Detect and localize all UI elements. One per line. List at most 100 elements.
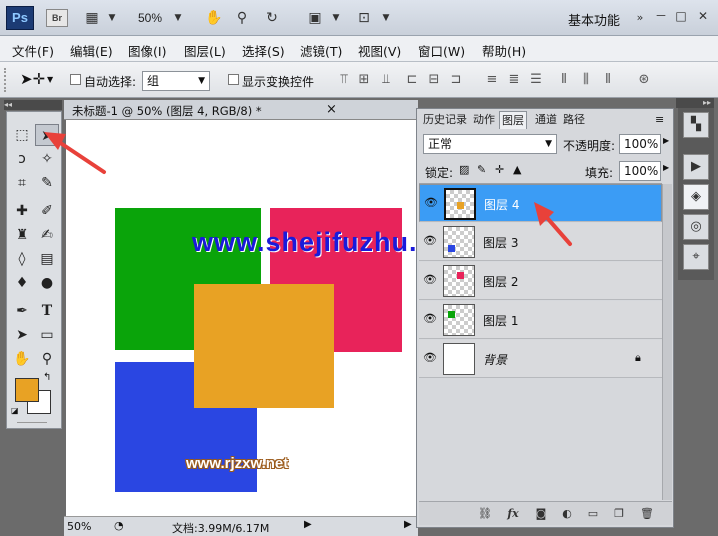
dock-collapse-bar[interactable]: ▸▸ [676,98,714,108]
auto-select-checkbox[interactable] [70,74,81,85]
layer-name[interactable]: 图层 2 [483,273,518,290]
workspace-more-icon[interactable]: » [630,8,650,28]
crop-tool-icon[interactable]: ⌗ [10,172,34,194]
distribute-vcenter-icon[interactable]: ≣ [506,72,522,88]
screen-mode-icon[interactable]: ⊡ [354,8,374,28]
visibility-eye-icon[interactable]: 👁 [423,195,439,211]
history-brush-tool-icon[interactable]: ✍ [35,224,59,246]
show-transform-checkbox[interactable] [228,74,239,85]
menu-layer[interactable]: 图层(L) [184,41,226,60]
dodge-tool-icon[interactable]: ● [35,272,59,294]
visibility-eye-icon[interactable]: 👁 [422,350,438,366]
close-document-icon[interactable]: × [326,102,337,117]
layers-scrollbar[interactable] [662,184,672,500]
trash-icon[interactable]: 🗑︎ [639,506,655,522]
panel-menu-icon[interactable]: ≡ [655,113,664,126]
color-panel-icon[interactable]: ▚ [683,112,709,138]
new-layer-icon[interactable]: ❐ [611,506,627,522]
align-vcenter-icon[interactable]: ⊞ [356,72,372,88]
blend-mode-select[interactable]: 正常 ▼ [423,134,557,154]
screen-mode-dropdown-icon[interactable]: ▼ [376,8,396,28]
gradient-tool-icon[interactable]: ▤ [35,248,59,270]
link-layers-icon[interactable]: ⛓ [477,506,493,522]
zoom-dropdown-icon[interactable]: ▼ [168,8,188,28]
fill-slider-icon[interactable]: ▶ [663,163,669,172]
layer-row-3[interactable]: 👁 图层 3 [419,223,662,261]
masks-panel-icon[interactable]: ◎ [683,214,709,240]
layer-row-2[interactable]: 👁 图层 2 [419,262,662,300]
rectangle-tool-icon[interactable]: ▭ [35,324,59,346]
layer-row-background[interactable]: 👁 背景 🔒︎ [419,340,662,378]
adjustments-panel-icon[interactable]: ▶ [683,154,709,180]
lock-pixels-icon[interactable]: ✎ [477,163,486,176]
path-selection-tool-icon[interactable]: ➤ [10,324,34,346]
layer-style-icon[interactable]: fx [505,506,521,522]
transform-panel-icon[interactable]: ⌖ [683,244,709,270]
marquee-tool-icon[interactable]: ⬚ [10,124,34,146]
rotate-view-icon[interactable]: ↻ [262,8,282,28]
tab-paths[interactable]: 路径 [561,111,587,129]
arrange-documents-icon[interactable]: ▣ [305,8,325,28]
layer-name[interactable]: 图层 4 [484,196,519,214]
visibility-eye-icon[interactable]: 👁 [422,272,438,288]
layer-name[interactable]: 背景 [483,351,507,368]
align-hcenter-icon[interactable]: ⊟ [426,72,442,88]
status-zoom[interactable]: 50% [67,520,91,533]
zoom-level[interactable]: 50% [138,11,162,25]
brush-tool-icon[interactable]: ✐ [35,200,59,222]
menu-filter[interactable]: 滤镜(T) [300,41,342,60]
arrange-dropdown-icon[interactable]: ▼ [326,8,346,28]
auto-align-icon[interactable]: ⊛ [636,72,652,88]
tool-preset-dropdown-icon[interactable]: ▼ [47,75,53,84]
align-left-icon[interactable]: ⊏ [404,72,420,88]
tab-channels[interactable]: 通道 [533,111,559,129]
menu-file[interactable]: 文件(F) [12,41,54,60]
tab-layers[interactable]: 图层 [499,111,527,129]
fill-input[interactable]: 100% [619,161,661,181]
distribute-bottom-icon[interactable]: ☰ [528,72,544,88]
healing-brush-tool-icon[interactable]: ✚ [10,200,34,222]
maximize-button[interactable]: □ [674,9,688,25]
lasso-tool-icon[interactable]: ↄ [10,148,34,170]
eraser-tool-icon[interactable]: ◊ [10,248,34,270]
swap-colors-icon[interactable]: ↰ [43,372,51,383]
magic-wand-tool-icon[interactable]: ✧ [35,148,59,170]
layers-panel-icon[interactable]: ◈ [683,184,709,210]
align-top-icon[interactable]: ⫪ [336,72,352,88]
layer-name[interactable]: 图层 1 [483,312,518,329]
bridge-button[interactable]: Br [46,9,68,27]
align-right-icon[interactable]: ⊐ [448,72,464,88]
opacity-slider-icon[interactable]: ▶ [663,136,669,145]
menu-image[interactable]: 图像(I) [128,41,166,60]
minimize-button[interactable]: － [654,9,668,25]
distribute-left-icon[interactable]: ⦀ [556,72,572,88]
toolbox-collapse-bar[interactable]: ◂◂ [4,100,62,110]
workspace-switcher[interactable]: 基本功能 [568,10,620,29]
scroll-right-icon[interactable]: ▶ [404,519,412,530]
type-tool-icon[interactable]: T [35,300,59,322]
move-tool-icon[interactable]: ➤ [35,124,59,146]
zoom-icon[interactable]: ⚲ [232,8,252,28]
clone-stamp-tool-icon[interactable]: ♜ [10,224,34,246]
hand-icon[interactable]: ✋ [204,8,224,28]
zoom-tool-icon[interactable]: ⚲ [35,348,59,370]
new-group-icon[interactable]: ▭ [585,506,601,522]
lock-all-icon[interactable]: ▲ [513,163,521,176]
menu-select[interactable]: 选择(S) [242,41,285,60]
close-button[interactable]: ✕ [696,9,710,25]
status-info-icon[interactable]: ◔ [114,519,124,532]
lock-transparency-icon[interactable]: ▨ [459,163,469,176]
menu-help[interactable]: 帮助(H) [482,41,526,60]
document-tab[interactable]: 未标题-1 @ 50% (图层 4, RGB/8) * × [64,100,418,120]
distribute-top-icon[interactable]: ≡ [484,72,500,88]
distribute-right-icon[interactable]: ⫴ [600,72,616,88]
eyedropper-tool-icon[interactable]: ✎ [35,172,59,194]
visibility-eye-icon[interactable]: 👁 [422,233,438,249]
hand-tool-icon[interactable]: ✋ [10,348,34,370]
tab-history[interactable]: 历史记录 [421,111,469,129]
status-menu-arrow-icon[interactable]: ▶ [304,519,312,530]
layer-row-1[interactable]: 👁 图层 1 [419,301,662,339]
options-grip[interactable] [4,68,8,92]
visibility-eye-icon[interactable]: 👁 [422,311,438,327]
blur-tool-icon[interactable]: ♦ [10,272,34,294]
